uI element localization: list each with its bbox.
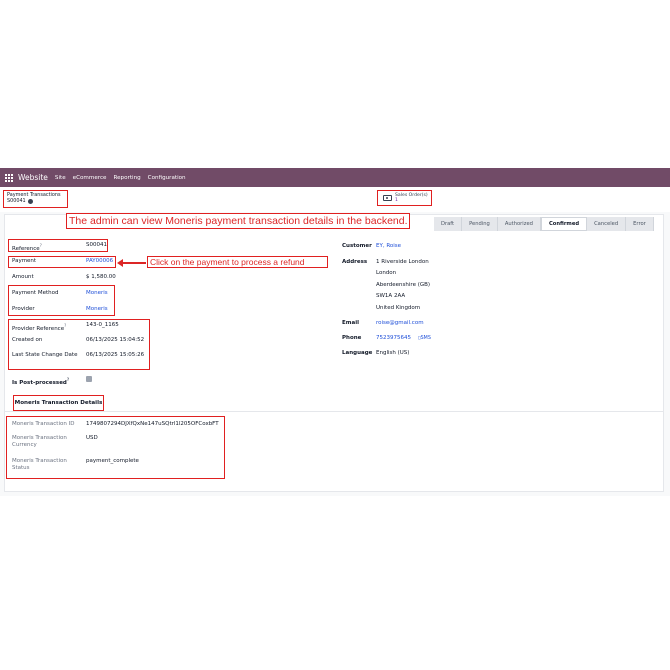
moneris-status-value: payment_complete — [86, 458, 139, 464]
arrow-left-icon — [117, 259, 123, 267]
post-processed-checkbox[interactable] — [86, 376, 92, 382]
last-state-change-value: 06/13/2025 15:05:26 — [86, 352, 145, 358]
payment-link[interactable]: PAY00006 — [86, 258, 113, 265]
sms-button[interactable]: ▯SMS — [418, 335, 431, 342]
stage-pending[interactable]: Pending — [462, 217, 498, 231]
phone-link[interactable]: 7523975645 — [376, 335, 411, 342]
moneris-currency-label: Moneris Transaction Currency — [12, 435, 67, 448]
payment-method-link[interactable]: Moneris — [86, 290, 108, 297]
last-state-change-label: Last State Change Date — [12, 352, 78, 358]
created-on-label: Created on — [12, 337, 43, 343]
email-link[interactable]: roise@gmail.com — [376, 320, 424, 327]
address-line-2: London — [376, 270, 397, 276]
email-label: Email — [342, 320, 359, 326]
sales-orders-button[interactable]: Sales Order(s) 1 — [377, 190, 432, 206]
address-line-3: Aberdeenshire (GB) — [376, 282, 431, 288]
created-on-value: 06/13/2025 15:04:52 — [86, 337, 145, 343]
menu-ecommerce[interactable]: eCommerce — [73, 175, 107, 181]
provider-label: Provider — [12, 306, 35, 312]
provider-reference-label: Provider Reference? — [12, 323, 67, 332]
post-processed-label: Is Post-processed? — [12, 377, 70, 386]
stage-authorized[interactable]: Authorized — [497, 217, 541, 231]
breadcrumb-record: S00041 — [7, 198, 26, 204]
arrow-line — [121, 262, 146, 264]
customer-link[interactable]: EY, Roise — [376, 243, 401, 250]
sales-orders-count: 1 — [395, 198, 398, 203]
stage-confirmed[interactable]: Confirmed — [540, 217, 588, 231]
payment-method-label: Payment Method — [12, 290, 59, 296]
provider-link[interactable]: Moneris — [86, 306, 108, 313]
address-line-4: SW1A 2AA — [376, 293, 406, 299]
amount-label: Amount — [12, 274, 34, 280]
language-label: Language — [342, 350, 373, 356]
address-line-1: 1 Riverside London — [376, 259, 429, 265]
address-line-5: United Kingdom — [376, 305, 421, 311]
payment-label: Payment — [12, 258, 37, 264]
status-bar: Draft Pending Authorized Confirmed Cance… — [434, 217, 654, 231]
reference-value: S00041 — [86, 242, 107, 248]
annotation-banner: The admin can view Moneris payment trans… — [66, 213, 410, 229]
stage-error[interactable]: Error — [626, 217, 654, 231]
moneris-status-label: Moneris Transaction Status — [12, 458, 67, 471]
money-icon — [383, 195, 392, 201]
annotation-callout: Click on the payment to process a refund — [147, 256, 328, 268]
menu-reporting[interactable]: Reporting — [113, 175, 140, 181]
stage-canceled[interactable]: Canceled — [587, 217, 627, 231]
moneris-currency-value: USD — [86, 435, 98, 441]
address-label: Address — [342, 259, 368, 265]
menu-configuration[interactable]: Configuration — [148, 175, 186, 181]
top-navbar: Website Site eCommerce Reporting Configu… — [0, 168, 670, 187]
amount-value: $ 1,580.00 — [86, 274, 116, 280]
phone-label: Phone — [342, 335, 362, 341]
menu-site[interactable]: Site — [55, 175, 66, 181]
app-brand[interactable]: Website — [18, 173, 48, 182]
control-panel — [0, 187, 670, 212]
apps-grid-icon[interactable] — [5, 173, 13, 182]
tab-moneris-details[interactable]: Moneris Transaction Details — [13, 395, 104, 411]
stage-draft[interactable]: Draft — [434, 217, 463, 231]
sales-orders-label: Sales Order(s) — [395, 193, 428, 198]
provider-reference-value: 143-0_1165 — [86, 322, 119, 328]
language-value: English (US) — [376, 350, 410, 356]
moneris-id-label: Moneris Transaction ID — [12, 421, 75, 427]
reference-label: Reference? — [12, 243, 42, 252]
customer-label: Customer — [342, 243, 372, 249]
breadcrumb: Payment Transactions S00041 — [3, 190, 68, 208]
moneris-id-value: 1749807294DJXfQxNe147uSQtrl1l205OFCoxbFT — [86, 421, 219, 427]
gear-icon[interactable] — [27, 198, 33, 204]
tab-divider — [4, 411, 664, 412]
